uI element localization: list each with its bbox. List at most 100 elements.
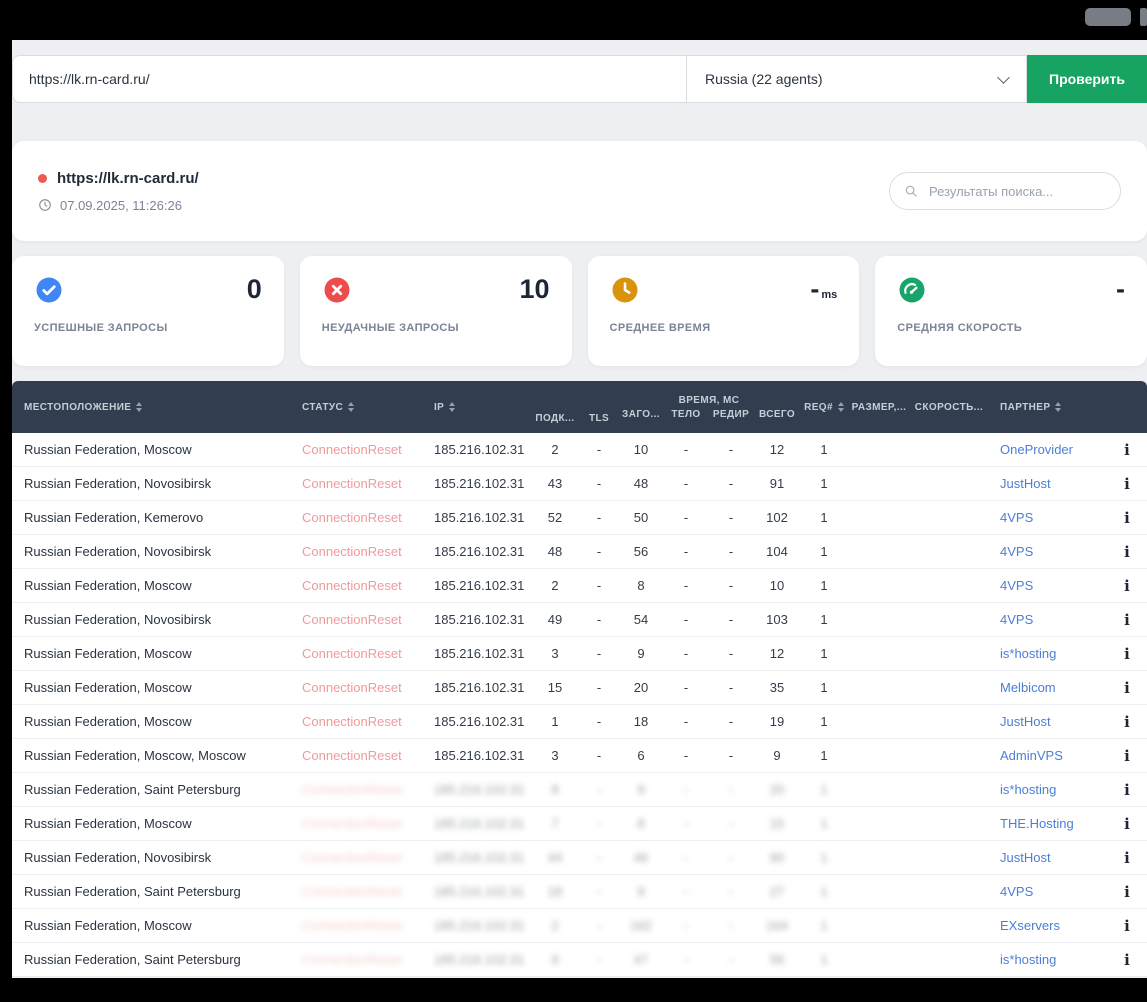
col-header-tls: TLS xyxy=(580,413,618,433)
cell-ip: 185.216.102.31 xyxy=(422,714,530,729)
info-icon[interactable]: i xyxy=(1107,849,1147,867)
cell-partner[interactable]: 4VPS xyxy=(988,612,1107,627)
cell-partner[interactable]: 4VPS xyxy=(988,510,1107,525)
cell-tls: - xyxy=(580,918,618,933)
cell-partner[interactable]: is*hosting xyxy=(988,952,1107,967)
cell-partner[interactable]: OneProvider xyxy=(988,442,1107,457)
col-header-ip[interactable]: IP xyxy=(422,402,530,413)
cell-total: 103 xyxy=(754,612,800,627)
cell-total: 35 xyxy=(754,680,800,695)
cell-total: 15 xyxy=(754,816,800,831)
cell-load: 20 xyxy=(618,680,664,695)
cell-total: 104 xyxy=(754,544,800,559)
cell-ip: 185.216.102.31 xyxy=(422,748,530,763)
stat-card-failed: 10НЕУДАЧНЫЕ ЗАПРОСЫ xyxy=(300,256,572,366)
info-icon[interactable]: i xyxy=(1107,951,1147,969)
cell-partner[interactable]: JustHost xyxy=(988,850,1107,865)
cell-ip: 185.216.102.31 xyxy=(422,612,530,627)
cell-partner[interactable]: JustHost xyxy=(988,714,1107,729)
stat-card-avg-speed: -СРЕДНЯЯ СКОРОСТЬ xyxy=(875,256,1147,366)
cell-total: 27 xyxy=(754,884,800,899)
cell-status: ConnectionReset xyxy=(290,850,422,865)
cell-tls: - xyxy=(580,714,618,729)
cell-partner[interactable]: 4VPS xyxy=(988,578,1107,593)
col-header-partner[interactable]: ПАРТНЕР xyxy=(988,402,1107,413)
url-input[interactable] xyxy=(12,55,687,103)
info-icon[interactable]: i xyxy=(1107,815,1147,833)
cell-body: - xyxy=(664,918,708,933)
cell-body: - xyxy=(664,442,708,457)
cell-req: 1 xyxy=(800,850,848,865)
cell-connect: 2 xyxy=(530,918,580,933)
cell-partner[interactable]: Melbicom xyxy=(988,680,1107,695)
cell-location: Russian Federation, Novosibirsk xyxy=(12,476,290,491)
cell-partner[interactable]: is*hosting xyxy=(988,782,1107,797)
check-controls: Russia (22 agents) Проверить xyxy=(12,55,1147,103)
table-row: Russian Federation, MoscowConnectionRese… xyxy=(12,433,1147,467)
cell-location: Russian Federation, Moscow xyxy=(12,816,290,831)
col-header-location[interactable]: МЕСТОПОЛОЖЕНИЕ xyxy=(12,402,290,413)
cell-status: ConnectionReset xyxy=(290,884,422,899)
info-icon[interactable]: i xyxy=(1107,509,1147,527)
cell-partner[interactable]: 4VPS xyxy=(988,884,1107,899)
info-icon[interactable]: i xyxy=(1107,577,1147,595)
results-search[interactable] xyxy=(889,172,1121,210)
cell-ip: 185.216.102.31 xyxy=(422,850,530,865)
cell-tls: - xyxy=(580,816,618,831)
cell-connect: 48 xyxy=(530,544,580,559)
sort-icon xyxy=(1055,402,1061,412)
cell-connect: 44 xyxy=(530,850,580,865)
table-row: Russian Federation, NovosibirskConnectio… xyxy=(12,467,1147,501)
table-row: Russian Federation, MoscowConnectionRese… xyxy=(12,705,1147,739)
cell-partner[interactable]: JustHost xyxy=(988,476,1107,491)
cell-req: 1 xyxy=(800,952,848,967)
results-search-input[interactable] xyxy=(927,183,1107,200)
cell-total: 90 xyxy=(754,850,800,865)
cell-partner[interactable]: is*hosting xyxy=(988,646,1107,661)
info-icon[interactable]: i xyxy=(1107,713,1147,731)
cell-redirect: - xyxy=(708,918,754,933)
col-header-status[interactable]: СТАТУС xyxy=(290,402,422,413)
cell-status: ConnectionReset xyxy=(290,748,422,763)
check-button[interactable]: Проверить xyxy=(1027,55,1147,103)
cell-body: - xyxy=(664,782,708,797)
info-icon[interactable]: i xyxy=(1107,441,1147,459)
info-icon[interactable]: i xyxy=(1107,475,1147,493)
cell-redirect: - xyxy=(708,442,754,457)
cell-tls: - xyxy=(580,646,618,661)
cell-partner[interactable]: 4VPS xyxy=(988,544,1107,559)
info-icon[interactable]: i xyxy=(1107,883,1147,901)
cell-body: - xyxy=(664,952,708,967)
col-header-req[interactable]: REQ# xyxy=(800,402,848,413)
region-select[interactable]: Russia (22 agents) xyxy=(687,55,1027,103)
info-icon[interactable]: i xyxy=(1107,645,1147,663)
info-icon[interactable]: i xyxy=(1107,679,1147,697)
info-icon[interactable]: i xyxy=(1107,747,1147,765)
cell-status: ConnectionReset xyxy=(290,782,422,797)
cell-location: Russian Federation, Saint Petersburg xyxy=(12,952,290,967)
cell-ip: 185.216.102.31 xyxy=(422,680,530,695)
table-row: Russian Federation, MoscowConnectionRese… xyxy=(12,637,1147,671)
cell-body: - xyxy=(664,748,708,763)
cell-ip: 185.216.102.31 xyxy=(422,782,530,797)
cell-location: Russian Federation, Novosibirsk xyxy=(12,850,290,865)
browser-chrome-artifact-edge xyxy=(1140,8,1147,26)
cell-body: - xyxy=(664,816,708,831)
info-icon[interactable]: i xyxy=(1107,917,1147,935)
cell-partner[interactable]: AdminVPS xyxy=(988,748,1107,763)
cell-body: - xyxy=(664,510,708,525)
info-icon[interactable]: i xyxy=(1107,611,1147,629)
cell-total: 12 xyxy=(754,646,800,661)
cell-redirect: - xyxy=(708,578,754,593)
cell-load: 56 xyxy=(618,544,664,559)
info-icon[interactable]: i xyxy=(1107,543,1147,561)
cell-partner[interactable]: THE.Hosting xyxy=(988,816,1107,831)
info-icon[interactable]: i xyxy=(1107,781,1147,799)
cell-partner[interactable]: EXservers xyxy=(988,918,1107,933)
cell-tls: - xyxy=(580,850,618,865)
cell-load: 9 xyxy=(618,646,664,661)
stat-label: СРЕДНЕЕ ВРЕМЯ xyxy=(610,322,838,334)
table-row: Russian Federation, NovosibirskConnectio… xyxy=(12,841,1147,875)
col-group-time-ms: ВРЕМЯ, МС ЗАГО... ТЕЛО РЕДИР ВСЕГО xyxy=(618,395,800,420)
stat-label: НЕУДАЧНЫЕ ЗАПРОСЫ xyxy=(322,322,550,334)
